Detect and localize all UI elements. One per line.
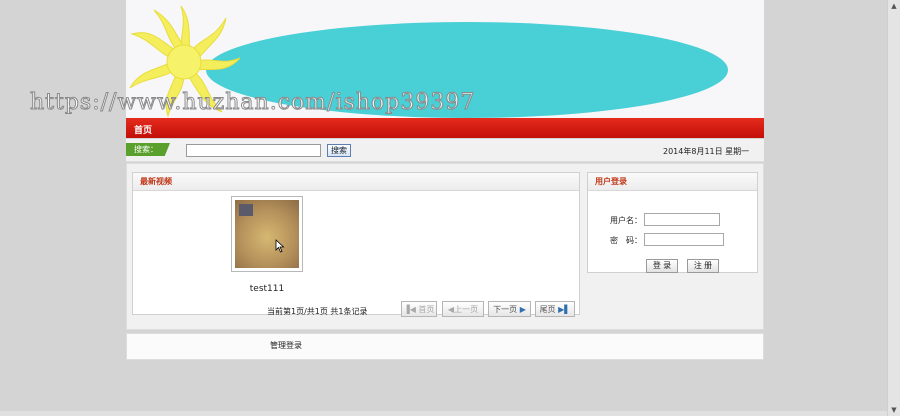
first-page-icon: ▐◀ [403, 305, 416, 314]
cover-logo-block [239, 204, 253, 216]
latest-videos-panel: 最新视频 test111 当前第1页/共1页 共1条记录 ▐◀ 首页 ◀上一页 … [132, 172, 580, 317]
username-label: 用户名： [610, 216, 642, 225]
nav-item-home[interactable]: 首页 [134, 123, 152, 136]
search-bar: 搜索： 搜索 2014年8月11日 星期一 [126, 139, 764, 162]
password-field[interactable] [644, 233, 724, 246]
last-page-label: 尾页 [539, 305, 556, 314]
prev-page-button[interactable]: ◀上一页 [442, 301, 484, 317]
last-page-button[interactable]: 尾页 ▶▌ [535, 301, 575, 317]
pager-info: 当前第1页/共1页 共1条记录 [267, 307, 368, 316]
video-cover-image [235, 200, 299, 268]
video-title-link[interactable]: test111 [231, 284, 303, 294]
main-navbar: 首页 [126, 118, 764, 138]
search-input[interactable] [186, 144, 321, 157]
register-button[interactable]: 注 册 [687, 259, 719, 273]
next-page-label: 下一页 [493, 305, 518, 314]
horizontal-scrollbar[interactable] [0, 411, 887, 416]
latest-videos-title: 最新视频 [133, 173, 579, 191]
mouse-cursor-icon [275, 239, 285, 253]
page-footer: 管理登录 [126, 333, 764, 360]
admin-login-link[interactable]: 管理登录 [270, 340, 302, 351]
user-login-title: 用户登录 [588, 173, 757, 191]
user-login-panel: 用户登录 用户名： 密 码： 登 录 注 册 [587, 172, 758, 273]
login-button[interactable]: 登 录 [646, 259, 678, 273]
username-field[interactable] [644, 213, 720, 226]
scroll-up-arrow-icon[interactable]: ▲ [888, 0, 900, 12]
last-page-icon: ▶▌ [558, 305, 571, 314]
watermark-text: https://www.huzhan.com/ishop39397 [29, 90, 476, 116]
main-content: 最新视频 test111 当前第1页/共1页 共1条记录 ▐◀ 首页 ◀上一页 … [126, 163, 764, 330]
search-button[interactable]: 搜索 [327, 144, 351, 157]
password-label: 密 码： [610, 236, 642, 245]
page-container: 首页 搜索： 搜索 2014年8月11日 星期一 最新视频 test111 当前… [29, 0, 764, 416]
prev-page-label: 上一页 [454, 305, 479, 314]
scroll-down-arrow-icon[interactable]: ▼ [888, 404, 900, 416]
video-thumbnail[interactable] [231, 196, 303, 272]
current-date: 2014年8月11日 星期一 [663, 147, 750, 156]
next-page-button[interactable]: 下一页 ▶ [488, 301, 531, 317]
first-page-label: 首页 [418, 305, 435, 314]
first-page-button[interactable]: ▐◀ 首页 [401, 301, 437, 317]
search-tag: 搜索： [126, 143, 170, 156]
vertical-scrollbar[interactable]: ▲ ▼ [887, 0, 900, 416]
next-page-icon: ▶ [519, 305, 526, 314]
